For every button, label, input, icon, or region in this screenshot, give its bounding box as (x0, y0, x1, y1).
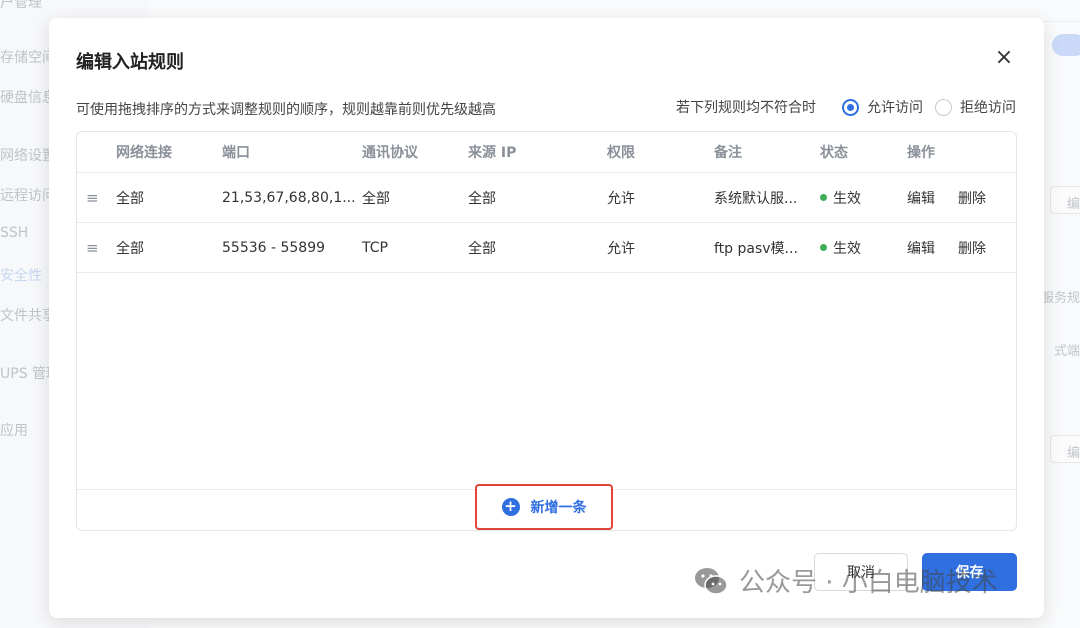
table-row[interactable]: ≡ 全部 21,53,67,68,80,1... 全部 全部 允许 系统默认服.… (77, 173, 1016, 223)
cell-network: 全部 (116, 240, 144, 257)
radio-deny-access[interactable]: 拒绝访问 (935, 97, 1016, 117)
cell-note: 系统默认服... (714, 190, 798, 207)
cell-note: ftp pasv模... (714, 240, 798, 257)
default-policy-label: 若下列规则均不符合时 (676, 100, 816, 116)
sidebar-item[interactable]: 应用 (0, 420, 28, 440)
column-header-port: 端口 (222, 145, 250, 161)
background-edit-label: 编 (1067, 446, 1080, 461)
status-active-icon (820, 194, 827, 201)
status-text: 生效 (833, 190, 861, 207)
radio-label: 拒绝访问 (960, 100, 1016, 116)
sidebar-item[interactable]: 硬盘信息 (0, 87, 56, 107)
status-active-icon (820, 244, 827, 251)
cell-status: 生效 (820, 173, 861, 222)
sidebar-item[interactable]: 存储空间 (0, 47, 56, 67)
edit-inbound-rules-dialog: 编辑入站规则 × 可使用拖拽排序的方式来调整规则的顺序，规则越靠前则优先级越高 … (49, 18, 1044, 618)
cell-port: 21,53,67,68,80,1... (222, 189, 356, 206)
sort-hint-text: 可使用拖拽排序的方式来调整规则的顺序，规则越靠前则优先级越高 (76, 102, 496, 118)
column-header-permission: 权限 (607, 145, 635, 161)
dialog-title: 编辑入站规则 (76, 52, 184, 73)
sidebar-item[interactable]: 远程访问 (0, 185, 56, 205)
delete-link[interactable]: 删除 (958, 173, 986, 222)
close-icon[interactable]: × (994, 47, 1014, 69)
sidebar-item-active[interactable]: 安全性 (0, 265, 42, 285)
background-edit-button[interactable]: 编 (1050, 435, 1080, 463)
radio-label: 允许访问 (867, 100, 923, 116)
sidebar-item[interactable]: SSH (0, 225, 28, 241)
default-policy-group: 若下列规则均不符合时 允许访问 拒绝访问 (676, 97, 1016, 117)
sidebar-item[interactable]: 网络设置 (0, 145, 56, 165)
table-row[interactable]: ≡ 全部 55536 - 55899 TCP 全部 允许 ftp pasv模..… (77, 223, 1016, 273)
save-button[interactable]: 保存 (922, 553, 1017, 591)
add-rule-button[interactable]: + 新增一条 (475, 484, 613, 530)
radio-unchecked-icon (935, 98, 952, 116)
radio-checked-icon (842, 98, 859, 116)
delete-link[interactable]: 删除 (958, 223, 986, 272)
background-edit-label: 编 (1067, 197, 1080, 212)
cell-permission: 允许 (607, 240, 635, 257)
background-text: 式端 (1053, 344, 1080, 359)
plus-circle-icon: + (501, 498, 520, 516)
background-edit-button[interactable]: 编 (1050, 186, 1080, 214)
column-header-note: 备注 (714, 145, 742, 161)
add-rule-label: 新增一条 (530, 500, 587, 516)
cell-protocol: TCP (362, 239, 388, 256)
column-header-actions: 操作 (907, 145, 935, 161)
column-header-protocol: 通讯协议 (362, 145, 418, 161)
table-header: 网络连接 端口 通讯协议 来源 IP 权限 备注 状态 操作 (77, 132, 1016, 173)
cancel-button[interactable]: 取消 (814, 553, 908, 591)
column-header-source-ip: 来源 IP (468, 145, 517, 161)
sidebar-item[interactable]: 户管理 (0, 0, 42, 12)
cell-port: 55536 - 55899 (222, 239, 326, 256)
cell-source-ip: 全部 (468, 190, 496, 207)
edit-link[interactable]: 编辑 (907, 223, 935, 272)
background-toggle[interactable] (1052, 34, 1080, 56)
radio-allow-access[interactable]: 允许访问 (842, 97, 923, 117)
cell-permission: 允许 (607, 190, 635, 207)
column-header-status: 状态 (820, 145, 848, 161)
drag-handle-icon[interactable]: ≡ (86, 173, 99, 222)
background-text: 服务规 (1040, 291, 1080, 306)
status-text: 生效 (833, 240, 861, 257)
column-header-network: 网络连接 (116, 145, 172, 161)
cell-source-ip: 全部 (468, 240, 496, 257)
rules-table: 网络连接 端口 通讯协议 来源 IP 权限 备注 状态 操作 ≡ 全部 21,5… (76, 131, 1017, 531)
sidebar-item[interactable]: 文件共享 (0, 305, 56, 325)
table-footer: + 新增一条 (77, 484, 1016, 530)
cell-protocol: 全部 (362, 190, 390, 207)
drag-handle-icon[interactable]: ≡ (86, 223, 99, 272)
edit-link[interactable]: 编辑 (907, 173, 935, 222)
cell-status: 生效 (820, 223, 861, 272)
cell-network: 全部 (116, 190, 144, 207)
